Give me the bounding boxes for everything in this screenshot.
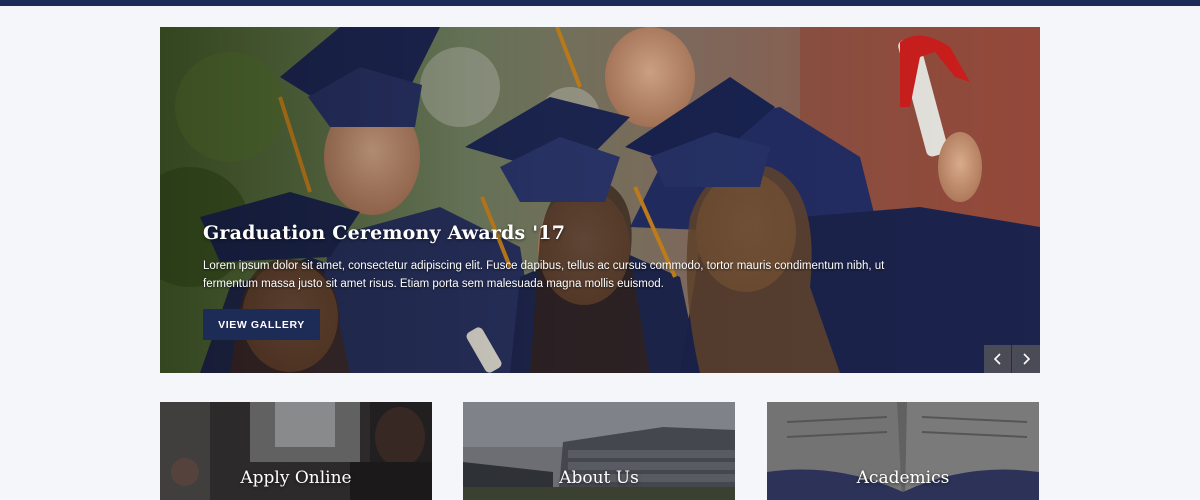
slider-next-button[interactable] bbox=[1012, 345, 1040, 373]
card-title: About Us bbox=[559, 468, 639, 488]
card-title: Academics bbox=[856, 468, 950, 488]
hero-title: Graduation Ceremony Awards '17 bbox=[203, 222, 566, 244]
hero-slider: Graduation Ceremony Awards '17 Lorem ips… bbox=[160, 27, 1040, 373]
card-about-us[interactable]: About Us bbox=[463, 402, 735, 500]
card-academics[interactable]: Academics bbox=[767, 402, 1039, 500]
top-brand-bar bbox=[0, 0, 1200, 6]
card-apply-online[interactable]: Apply Online bbox=[160, 402, 432, 500]
card-title: Apply Online bbox=[240, 468, 352, 488]
chevron-right-icon bbox=[1023, 353, 1031, 365]
chevron-left-icon bbox=[993, 353, 1001, 365]
slider-prev-button[interactable] bbox=[984, 345, 1012, 373]
hero-description: Lorem ipsum dolor sit amet, consectetur … bbox=[203, 260, 885, 290]
view-gallery-button[interactable]: VIEW GALLERY bbox=[203, 309, 320, 340]
